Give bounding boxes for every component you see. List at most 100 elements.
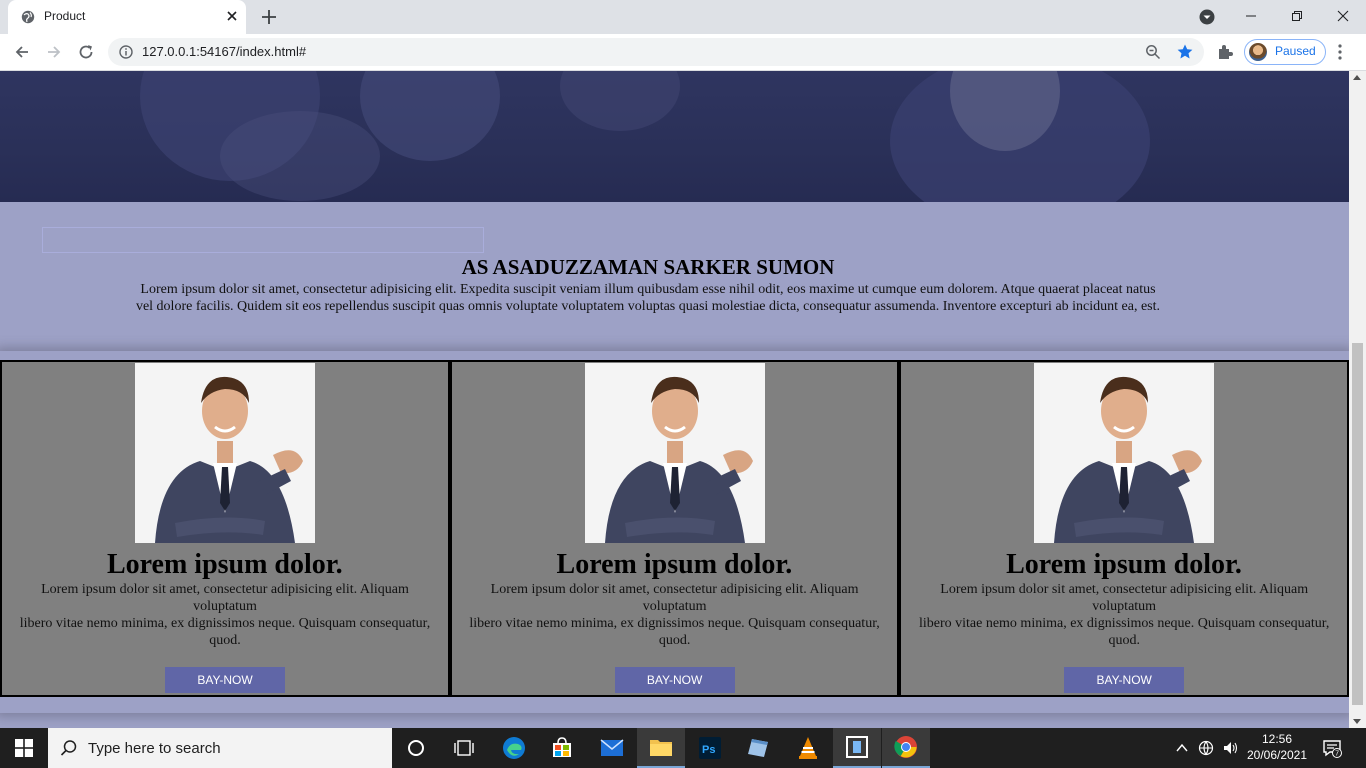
task-view-glyph-icon — [454, 740, 474, 756]
avatar — [1249, 43, 1267, 61]
chevron-up-icon[interactable] — [1174, 740, 1190, 756]
task-view-icon[interactable] — [440, 728, 488, 768]
intro-line-2: vel dolore facilis. Quidem sit eos repel… — [135, 299, 1161, 314]
file-explorer-icon[interactable] — [637, 728, 685, 768]
scrollbar-thumb[interactable] — [1352, 343, 1363, 705]
start-button[interactable] — [0, 728, 48, 768]
vlc-icon[interactable] — [784, 728, 832, 768]
card-description: Lorem ipsum dolor sit amet, consectetur … — [10, 581, 440, 649]
product-card: Lorem ipsum dolor. Lorem ipsum dolor sit… — [0, 360, 450, 697]
store-bag-icon — [553, 737, 571, 757]
card-text-line-2: libero vitae nemo minima, ex dignissimos… — [19, 616, 431, 648]
mail-envelope-icon — [600, 739, 624, 756]
photoshop-logo-icon: Ps — [699, 737, 721, 759]
app-window-icon — [846, 736, 868, 758]
product-photo — [1034, 363, 1215, 543]
cortana-icon[interactable] — [392, 728, 440, 768]
product-card: Lorem ipsum dolor. Lorem ipsum dolor sit… — [449, 360, 900, 697]
page-scrollbar[interactable] — [1349, 71, 1366, 728]
photoshop-icon[interactable]: Ps — [686, 728, 734, 768]
card-description: Lorem ipsum dolor sit amet, consectetur … — [460, 581, 890, 649]
chrome-icon[interactable] — [882, 728, 930, 768]
clock-date: 20/06/2021 — [1246, 748, 1308, 762]
product-card: Lorem ipsum dolor. Lorem ipsum dolor sit… — [899, 360, 1349, 697]
restore-icon — [1292, 11, 1302, 21]
new-tab-plus-icon[interactable] — [260, 8, 278, 26]
zoom-icon[interactable] — [1145, 44, 1161, 60]
hero-image — [0, 71, 1349, 202]
intro-outline-box — [42, 227, 484, 253]
close-icon — [1337, 10, 1349, 22]
browser-tab[interactable]: Product — [8, 0, 246, 34]
buy-now-button[interactable]: BAY-NOW — [614, 667, 735, 693]
minimize-button[interactable] — [1228, 0, 1274, 32]
profile-button[interactable]: Paused — [1244, 39, 1326, 65]
restore-button[interactable] — [1274, 0, 1320, 32]
close-window-button[interactable] — [1320, 0, 1366, 32]
browser-toolbar: 127.0.0.1:54167/index.html# Paused — [0, 34, 1366, 71]
extensions-puzzle-icon[interactable] — [1216, 43, 1234, 61]
globe-icon — [21, 10, 35, 24]
businessman-image — [1034, 363, 1215, 543]
buy-now-button[interactable]: BAY-NOW — [165, 667, 285, 693]
scroll-up-arrow-icon[interactable] — [1353, 75, 1361, 80]
vlc-cone-icon — [799, 737, 817, 759]
notepad-icon[interactable] — [734, 728, 782, 768]
windows-logo-icon — [15, 739, 33, 757]
product-photo — [135, 363, 315, 543]
chrome-logo-icon — [894, 736, 917, 758]
store-icon[interactable] — [538, 728, 586, 768]
intro-title: AS ASADUZZAMAN SARKER SUMON — [461, 255, 835, 279]
product-cards: Lorem ipsum dolor. Lorem ipsum dolor sit… — [0, 360, 1349, 697]
card-title: Lorem ipsum dolor. — [556, 549, 793, 580]
buy-now-button[interactable]: BAY-NOW — [1064, 667, 1185, 693]
card-text-line-2: libero vitae nemo minima, ex dignissimos… — [469, 616, 880, 648]
businessman-image — [584, 363, 765, 543]
minimize-icon — [1246, 15, 1256, 17]
reload-icon[interactable] — [76, 42, 96, 62]
card-title: Lorem ipsum dolor. — [106, 549, 343, 580]
site-info-icon[interactable] — [119, 45, 133, 59]
card-text-line-2: libero vitae nemo minima, ex dignissimos… — [918, 616, 1330, 648]
profile-status: Paused — [1275, 44, 1316, 58]
back-arrow-icon[interactable] — [12, 42, 32, 62]
notification-count: 7 — [1335, 751, 1339, 758]
card-text-line-1: Lorem ipsum dolor sit amet, consectetur … — [490, 582, 859, 614]
system-clock[interactable]: 12:56 20/06/2021 — [1244, 731, 1310, 763]
scroll-down-arrow-icon[interactable] — [1353, 719, 1361, 724]
bookmark-star-icon[interactable] — [1176, 43, 1194, 61]
notification-center-icon[interactable]: 7 — [1322, 738, 1342, 758]
mail-icon[interactable] — [588, 728, 636, 768]
address-bar[interactable]: 127.0.0.1:54167/index.html# — [108, 38, 1204, 66]
clock-time: 12:56 — [1261, 732, 1293, 746]
volume-icon[interactable] — [1222, 740, 1238, 756]
menu-kebab-icon[interactable] — [1337, 43, 1343, 61]
tab-title: Product — [44, 9, 86, 23]
cortana-circle-icon — [408, 740, 424, 756]
search-placeholder: Type here to search — [88, 740, 221, 757]
card-text-line-1: Lorem ipsum dolor sit amet, consectetur … — [41, 582, 409, 614]
url-text: 127.0.0.1:54167/index.html# — [142, 44, 307, 59]
network-globe-icon[interactable] — [1198, 740, 1214, 756]
card-title: Lorem ipsum dolor. — [1006, 549, 1242, 580]
product-photo — [584, 363, 765, 543]
tab-search-dropdown-icon[interactable] — [1198, 8, 1216, 26]
intro-paragraph: Lorem ipsum dolor sit amet, consectetur … — [118, 281, 1178, 315]
page-viewport: AS ASADUZZAMAN SARKER SUMON Lorem ipsum … — [0, 71, 1349, 728]
svg-text:Ps: Ps — [702, 744, 715, 756]
app-icon[interactable] — [833, 728, 881, 768]
notepad-glyph-icon — [748, 739, 768, 757]
folder-icon — [650, 740, 672, 756]
card-text-line-1: Lorem ipsum dolor sit amet, consectetur … — [940, 582, 1309, 614]
edge-logo-icon — [503, 737, 525, 759]
intro-line-1: Lorem ipsum dolor sit amet, consectetur … — [140, 282, 1156, 297]
search-icon — [60, 740, 77, 756]
forward-arrow-icon[interactable] — [44, 42, 64, 62]
card-description: Lorem ipsum dolor sit amet, consectetur … — [909, 581, 1339, 649]
close-tab-icon[interactable] — [224, 8, 240, 24]
edge-icon[interactable] — [490, 728, 538, 768]
browser-tab-strip: Product — [0, 0, 1366, 34]
windows-taskbar: Type here to search Ps 12:56 20/06/2021 … — [0, 728, 1366, 768]
taskbar-search-box[interactable]: Type here to search — [48, 728, 392, 768]
businessman-image — [135, 363, 315, 543]
